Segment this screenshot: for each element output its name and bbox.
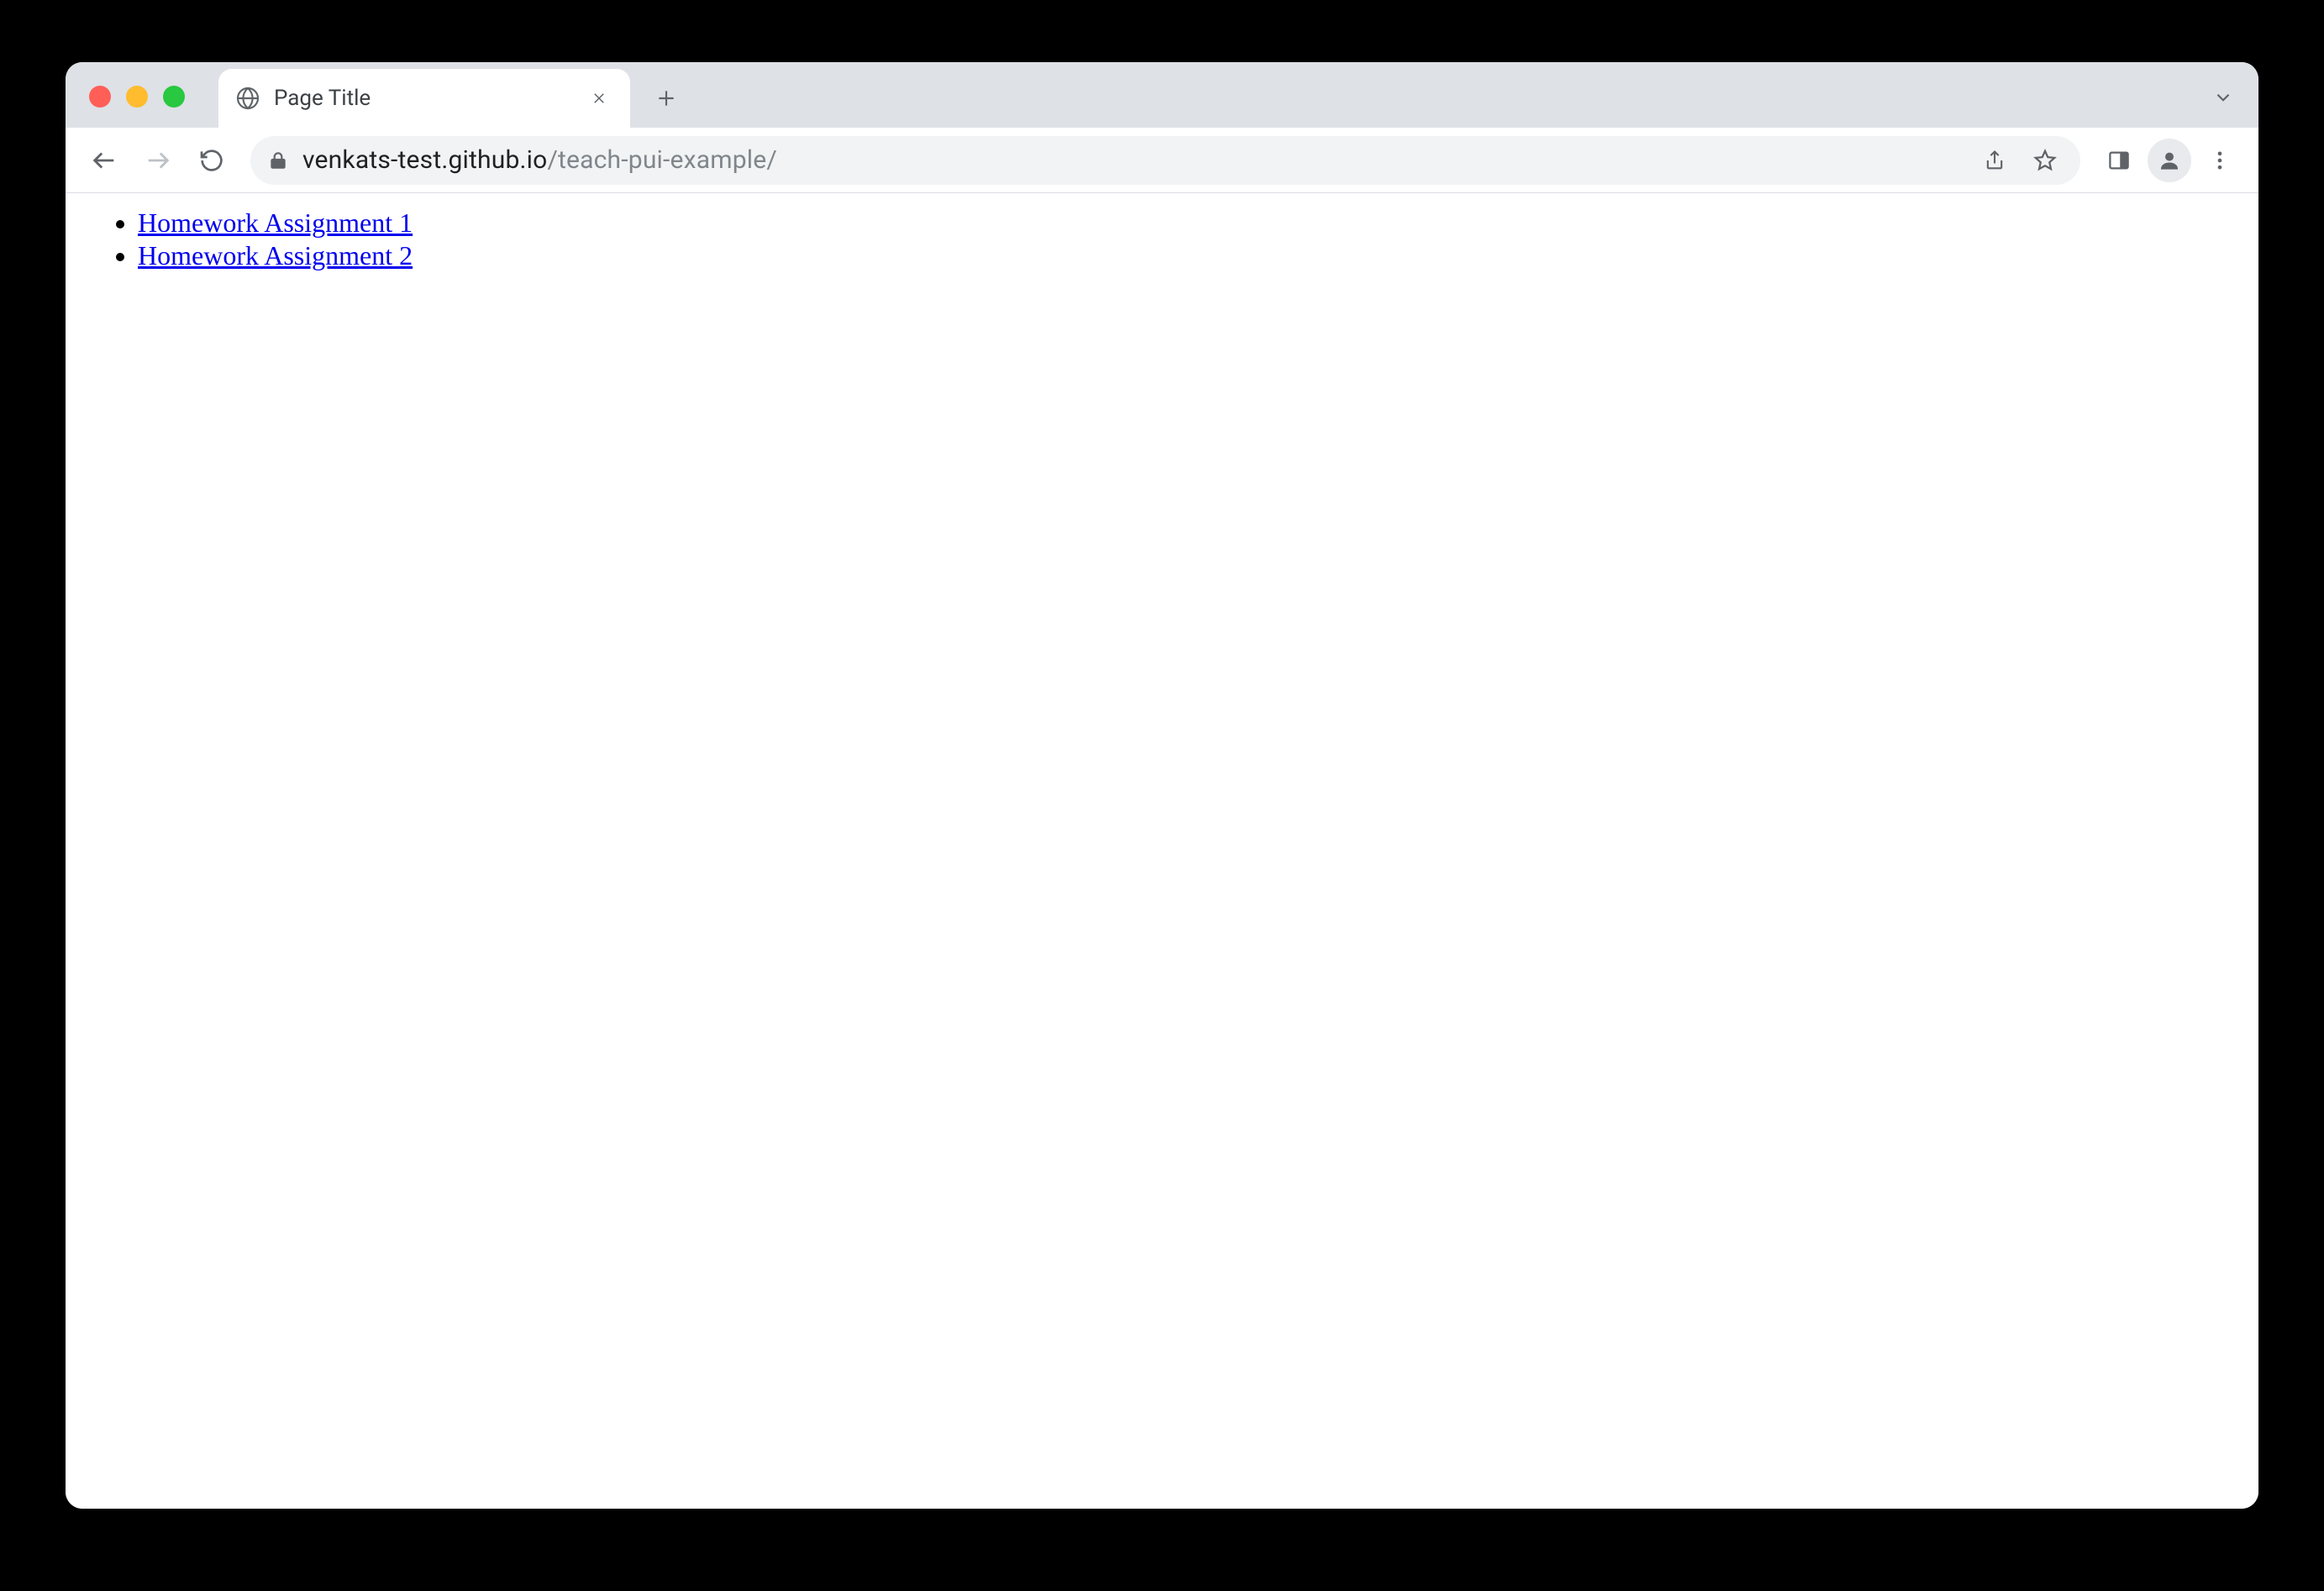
- star-icon: [2032, 148, 2058, 173]
- tabs-dropdown-button[interactable]: [2206, 81, 2240, 114]
- bookmark-button[interactable]: [2027, 142, 2064, 179]
- browser-window: Page Title: [66, 62, 2258, 1509]
- window-close-button[interactable]: [89, 86, 111, 108]
- homework-link-2[interactable]: Homework Assignment 2: [138, 240, 413, 270]
- kebab-menu-icon: [2208, 149, 2232, 172]
- lock-icon: [267, 150, 289, 171]
- back-button[interactable]: [81, 137, 128, 184]
- person-icon: [2157, 148, 2182, 173]
- side-panel-button[interactable]: [2095, 137, 2143, 184]
- tab-close-button[interactable]: [586, 86, 612, 111]
- reload-icon: [198, 147, 225, 174]
- share-icon: [1983, 149, 2006, 172]
- tab-title: Page Title: [274, 86, 586, 111]
- homework-link-1[interactable]: Homework Assignment 1: [138, 207, 413, 238]
- reload-button[interactable]: [188, 137, 235, 184]
- list-item: Homework Assignment 2: [138, 239, 2245, 272]
- list-item: Homework Assignment 1: [138, 207, 2245, 239]
- arrow-right-icon: [144, 146, 172, 175]
- url-host: venkats-test.github.io: [302, 145, 547, 175]
- url-path: /teach-pui-example/: [547, 145, 777, 175]
- close-icon: [592, 91, 607, 106]
- toolbar-right: [2095, 137, 2243, 184]
- globe-icon: [234, 84, 262, 113]
- chevron-down-icon: [2212, 87, 2234, 108]
- new-tab-button[interactable]: [644, 76, 689, 121]
- window-maximize-button[interactable]: [163, 86, 185, 108]
- page-viewport[interactable]: Homework Assignment 1 Homework Assignmen…: [66, 193, 2258, 1509]
- profile-button[interactable]: [2148, 139, 2191, 182]
- share-button[interactable]: [1976, 142, 2013, 179]
- homework-list: Homework Assignment 1 Homework Assignmen…: [79, 207, 2245, 272]
- arrow-left-icon: [90, 146, 118, 175]
- url-text: venkats-test.github.io/teach-pui-example…: [302, 145, 1963, 175]
- forward-button[interactable]: [134, 137, 181, 184]
- plus-icon: [655, 87, 677, 109]
- address-bar[interactable]: venkats-test.github.io/teach-pui-example…: [250, 136, 2080, 185]
- menu-button[interactable]: [2196, 137, 2243, 184]
- window-controls: [89, 86, 185, 108]
- toolbar: venkats-test.github.io/teach-pui-example…: [66, 128, 2258, 193]
- side-panel-icon: [2106, 148, 2132, 173]
- browser-tab[interactable]: Page Title: [218, 69, 630, 128]
- page-body: Homework Assignment 1 Homework Assignmen…: [66, 193, 2258, 286]
- window-minimize-button[interactable]: [126, 86, 148, 108]
- tab-strip: Page Title: [66, 62, 2258, 128]
